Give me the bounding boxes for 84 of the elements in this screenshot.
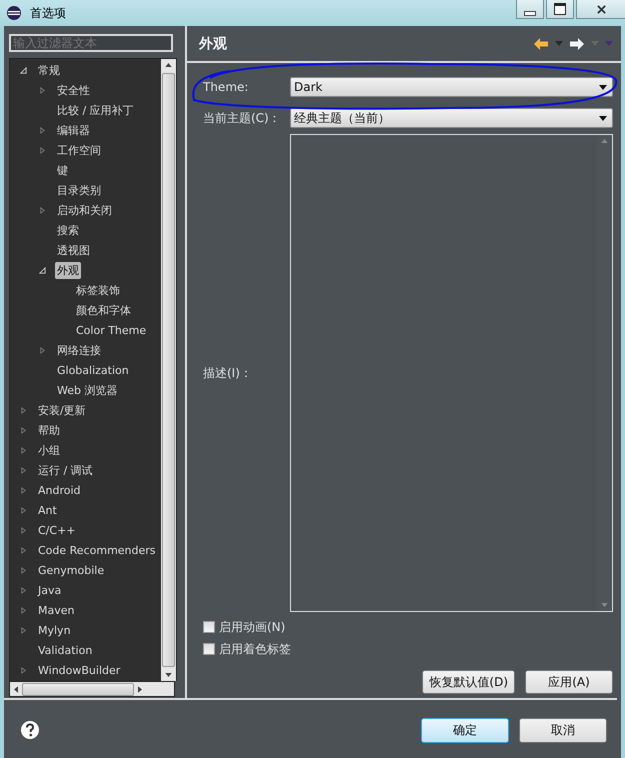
collapsed-arrow-icon[interactable] <box>20 606 27 614</box>
page-title: 外观 <box>199 34 227 52</box>
tree-item[interactable]: Java <box>36 582 64 598</box>
back-arrow-icon[interactable] <box>533 36 549 50</box>
tree-item[interactable]: 网络连接 <box>55 342 103 358</box>
horizontal-scrollbar[interactable] <box>9 681 175 697</box>
collapsed-arrow-icon[interactable] <box>20 546 27 554</box>
field-label: Theme: <box>203 80 250 94</box>
collapsed-arrow-icon[interactable] <box>39 206 46 214</box>
cancel-button[interactable]: 取消 <box>519 718 607 742</box>
collapsed-arrow-icon[interactable] <box>20 566 27 574</box>
tree-item[interactable]: 比较 / 应用补丁 <box>55 102 136 118</box>
tree-item[interactable]: Globalization <box>55 362 131 378</box>
caret-icon <box>599 84 607 90</box>
tree-item[interactable]: C/C++ <box>36 522 78 538</box>
collapsed-arrow-icon[interactable] <box>20 526 27 534</box>
collapsed-arrow-icon[interactable] <box>39 126 46 134</box>
dropdown-icon[interactable] <box>555 41 563 46</box>
collapsed-arrow-icon[interactable] <box>20 506 27 514</box>
tree-item[interactable]: 外观 <box>55 262 81 278</box>
scroll-left-icon[interactable] <box>14 686 18 692</box>
tree-item[interactable]: 目录类别 <box>55 182 103 198</box>
theme-dropdown[interactable]: Dark <box>290 77 613 97</box>
expanded-arrow-icon[interactable] <box>39 266 46 274</box>
collapsed-arrow-icon[interactable] <box>20 586 27 594</box>
minimize-button[interactable] <box>516 0 544 19</box>
app-icon <box>6 5 22 21</box>
checkbox-label: 启用着色标签 <box>219 640 291 658</box>
tree-item[interactable]: Web 浏览器 <box>55 382 120 398</box>
checkbox-label: 启用动画(N) <box>219 618 286 636</box>
scroll-right-icon[interactable] <box>138 686 142 692</box>
tree-item[interactable]: Validation <box>36 642 94 658</box>
collapsed-arrow-icon[interactable] <box>20 426 27 434</box>
field-label: 描述(I)： <box>203 364 253 382</box>
tree-item[interactable]: Color Theme <box>74 322 148 338</box>
collapsed-arrow-icon[interactable] <box>20 406 27 414</box>
forward-arrow-icon[interactable] <box>569 36 585 50</box>
caret-icon <box>599 116 607 120</box>
tree-item[interactable]: 透视图 <box>55 242 92 258</box>
tree-item[interactable]: Android <box>36 482 83 498</box>
expanded-arrow-icon[interactable] <box>20 66 27 74</box>
apply-button[interactable]: 应用(A) <box>525 670 613 694</box>
collapsed-arrow-icon[interactable] <box>20 446 27 454</box>
tree-item[interactable]: 编辑器 <box>55 122 92 138</box>
field-label: 当前主题(C)： <box>203 110 282 126</box>
ok-button[interactable]: 确定 <box>421 718 509 742</box>
collapsed-arrow-icon[interactable] <box>39 86 46 94</box>
collapsed-arrow-icon[interactable] <box>20 486 27 494</box>
filter-field[interactable]: 输入过滤器文本 <box>9 34 173 52</box>
help-icon[interactable] <box>20 720 40 740</box>
tree-item[interactable]: 安装/更新 <box>36 402 88 418</box>
collapsed-arrow-icon[interactable] <box>20 666 27 674</box>
checkbox[interactable] <box>203 621 215 633</box>
vertical-scrollbar[interactable] <box>161 59 176 681</box>
close-button[interactable] <box>576 0 625 19</box>
tree-item[interactable]: 标签装饰 <box>74 282 122 298</box>
tree-item[interactable]: 运行 / 调试 <box>36 462 95 478</box>
tree-item[interactable]: 颜色和字体 <box>74 302 133 318</box>
tree-item[interactable]: Code Recommenders <box>36 542 158 558</box>
collapsed-arrow-icon[interactable] <box>39 346 46 354</box>
restore-defaults-button[interactable]: 恢复默认值(D) <box>422 670 515 694</box>
scroll-up-icon[interactable] <box>165 63 172 67</box>
tree-item[interactable]: 安全性 <box>55 82 92 98</box>
scroll-down-icon[interactable] <box>165 673 172 677</box>
tree-item[interactable]: WindowBuilder <box>36 662 122 678</box>
tree-item[interactable]: Genymobile <box>36 562 106 578</box>
tree-item[interactable]: 小组 <box>36 442 62 458</box>
collapsed-arrow-icon[interactable] <box>39 146 46 154</box>
collapsed-arrow-icon[interactable] <box>20 466 27 474</box>
current-theme-dropdown[interactable]: 经典主题（当前） <box>290 108 613 128</box>
maximize-button[interactable] <box>546 0 574 19</box>
tree-item[interactable]: 启动和关闭 <box>55 202 114 218</box>
collapsed-arrow-icon[interactable] <box>20 626 27 634</box>
tree-item[interactable]: 常规 <box>36 62 62 78</box>
tree-item[interactable]: Mylyn <box>36 622 73 638</box>
tree-item[interactable]: Maven <box>36 602 76 618</box>
tree-item[interactable]: Ant <box>36 502 59 518</box>
tree-item[interactable]: 工作空间 <box>55 142 103 158</box>
close-icon <box>596 4 606 14</box>
checkbox[interactable] <box>203 643 215 655</box>
tree-item[interactable]: 搜索 <box>55 222 81 238</box>
tree-item[interactable]: 键 <box>55 162 70 178</box>
tree-item[interactable]: 帮助 <box>36 422 62 438</box>
window-title: 首选项 <box>30 4 66 22</box>
